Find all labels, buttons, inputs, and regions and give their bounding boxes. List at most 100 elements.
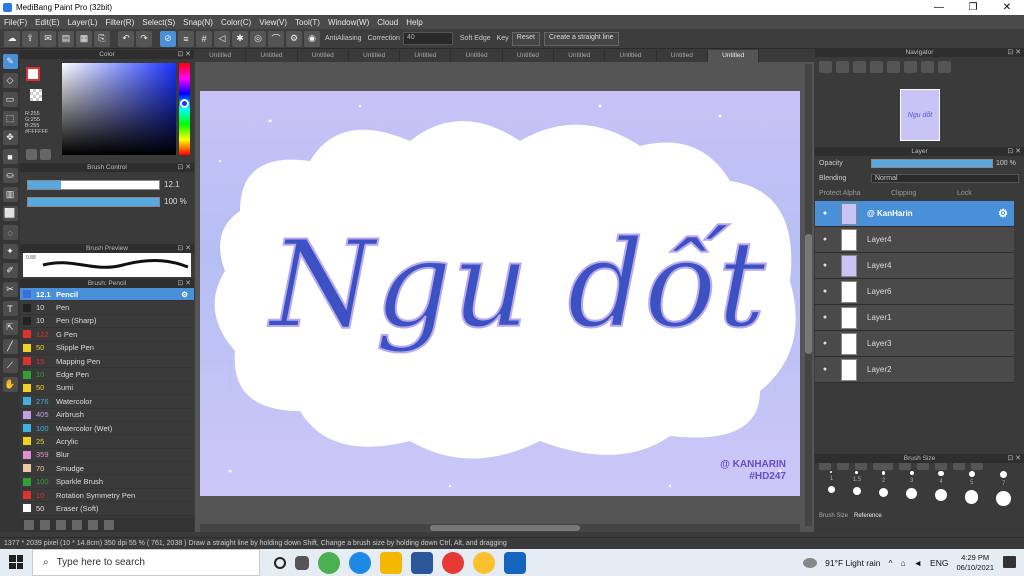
brush-size-preset[interactable]: 7	[996, 471, 1012, 509]
redo-icon[interactable]: ↷	[136, 30, 152, 47]
menu-file[interactable]: File(F)	[0, 18, 31, 27]
brush-delete-icon[interactable]	[104, 520, 114, 530]
menu-select[interactable]: Select(S)	[138, 18, 179, 27]
navigator-settings-icon[interactable]	[938, 61, 951, 73]
taskbar-clock[interactable]: 4:29 PM 06/10/2021	[956, 553, 994, 573]
blending-select[interactable]: Normal	[871, 174, 1019, 183]
menu-cloud[interactable]: Cloud	[373, 18, 402, 27]
layout-icon[interactable]: ▤	[58, 30, 74, 47]
curve-snap-icon[interactable]: ⌒	[268, 30, 284, 47]
brush-list-item[interactable]: 12.1 Pencil ⚙	[20, 288, 194, 302]
tab-untitled-active[interactable]: Untitled	[707, 50, 760, 62]
brush-list-item[interactable]: 50 Sumi	[20, 382, 194, 396]
notifications-icon[interactable]	[1003, 556, 1016, 568]
brush-list-item[interactable]: 15 Mapping Pen	[20, 355, 194, 369]
network-icon[interactable]: ⌂	[900, 558, 905, 568]
hue-slider[interactable]	[179, 63, 190, 155]
navigator-thumbnail[interactable]: Ngu dốt	[900, 89, 940, 141]
brush-opacity-slider[interactable]	[27, 197, 160, 207]
minimize-button[interactable]: —	[922, 0, 956, 15]
layer-row[interactable]: ● Layer4	[815, 253, 1014, 279]
brush-size-preset[interactable]: 5	[964, 471, 979, 509]
tray-chevron-icon[interactable]: ^	[888, 558, 892, 568]
lock-checkbox[interactable]: Lock	[957, 190, 972, 197]
fill-tool-icon[interactable]: ■	[2, 149, 18, 164]
brush-size-slider[interactable]	[27, 180, 160, 190]
select-eraser-icon[interactable]: ✂	[2, 282, 18, 297]
brush-list-item[interactable]: 50 Eraser (Soft)	[20, 502, 194, 516]
edge-icon[interactable]	[349, 551, 371, 574]
add-brush-icon[interactable]	[24, 520, 34, 530]
layer-visibility-icon[interactable]: ●	[819, 314, 831, 321]
chrome-profile-icon[interactable]	[442, 551, 464, 574]
menu-view[interactable]: View(V)	[255, 18, 291, 27]
brush-list-item[interactable]: 100 Sparkle Brush	[20, 475, 194, 489]
tab-untitled[interactable]: Untitled	[195, 50, 247, 62]
language-indicator[interactable]: ENG	[930, 558, 948, 568]
protect-alpha-checkbox[interactable]: Protect Alpha	[819, 190, 891, 197]
bucket-tool-icon[interactable]: ⛀	[2, 168, 18, 183]
tab-untitled[interactable]: Untitled	[605, 50, 657, 62]
taskbar-search[interactable]: ⌕ Type here to search	[32, 549, 260, 576]
share-icon[interactable]: ⇪	[22, 30, 38, 47]
tab-untitled[interactable]: Untitled	[503, 50, 555, 62]
new-brush-icon[interactable]	[40, 520, 50, 530]
menu-tool[interactable]: Tool(T)	[291, 18, 324, 27]
brush-list-item[interactable]: 10 Pen (Sharp)	[20, 315, 194, 329]
layer-visibility-icon[interactable]: ●	[819, 236, 831, 243]
artboard[interactable]: Ngu dốt @ KANHARIN #HD247	[200, 91, 800, 496]
layer-visibility-icon[interactable]: ●	[819, 288, 831, 295]
export-icon[interactable]: ⎘	[94, 30, 110, 47]
brush-list-item[interactable]: 50 Slipple Pen	[20, 342, 194, 355]
parallel-snap-icon[interactable]: ≡	[178, 30, 194, 47]
vanishing-point-icon[interactable]: ◁	[214, 30, 230, 47]
tab-brush-size[interactable]: Brush Size	[819, 513, 848, 519]
tab-untitled[interactable]: Untitled	[298, 50, 349, 62]
layer-row[interactable]: ● Layer6	[815, 279, 1014, 305]
brush-list-item[interactable]: 100 Watercolor (Wet)	[20, 422, 194, 436]
brush-list-item[interactable]: 25 Acrylic	[20, 435, 194, 449]
brush-size-preset[interactable]: 3	[906, 471, 918, 509]
saturation-value-picker[interactable]	[62, 63, 176, 155]
grid-layout-icon[interactable]: ▦	[76, 30, 92, 47]
primary-color-swatch[interactable]	[26, 67, 40, 81]
volume-icon[interactable]: ◄	[914, 558, 922, 568]
layer-row[interactable]: ● Layer3	[815, 331, 1014, 357]
tab-untitled[interactable]: Untitled	[400, 50, 452, 62]
flip-icon[interactable]	[904, 61, 917, 73]
layer-row[interactable]: ● Layer1	[815, 305, 1014, 331]
brush-tool-icon[interactable]: ✎	[2, 54, 18, 69]
menu-layer[interactable]: Layer(L)	[64, 18, 102, 27]
tab-untitled[interactable]: Untitled	[554, 50, 606, 62]
zoom-reset-icon[interactable]	[870, 61, 883, 73]
eyedropper-icon[interactable]: ⟋	[2, 358, 18, 373]
cross-snap-icon[interactable]: #	[196, 30, 212, 47]
menu-snap[interactable]: Snap(N)	[179, 18, 217, 27]
brush-list-item[interactable]: 122 G Pen	[20, 328, 194, 342]
undo-icon[interactable]: ↶	[118, 30, 134, 47]
windows-start-icon[interactable]	[9, 555, 23, 569]
zoom-in-icon[interactable]	[819, 61, 832, 73]
word-icon[interactable]	[411, 551, 433, 574]
layer-visibility-icon[interactable]: ●	[819, 366, 831, 373]
color-palette-icon[interactable]	[26, 149, 37, 160]
eraser-tool-icon[interactable]: ◇	[2, 73, 18, 88]
select-pen-icon[interactable]: ✐	[2, 263, 18, 278]
tab-untitled[interactable]: Untitled	[246, 50, 298, 62]
correction-select[interactable]: 40	[402, 32, 453, 45]
layer-visibility-icon[interactable]: ●	[819, 210, 831, 217]
cortana-icon[interactable]	[274, 556, 286, 569]
brush-size-preset[interactable]: 4	[934, 471, 948, 509]
marquee-tool-icon[interactable]: ⬜	[2, 206, 18, 221]
transparent-color-swatch[interactable]	[30, 89, 42, 101]
snap-off-icon[interactable]: ⊘	[160, 30, 176, 47]
menu-window[interactable]: Window(W)	[324, 18, 373, 27]
divide-tool-icon[interactable]: ╱	[2, 339, 18, 354]
menu-filter[interactable]: Filter(R)	[101, 18, 138, 27]
layer-row[interactable]: ● @ KanHarin ⚙	[815, 201, 1014, 227]
color-circle-icon[interactable]	[40, 149, 51, 160]
layer-visibility-icon[interactable]: ●	[819, 262, 831, 269]
brush-list-item[interactable]: 276 Watercolor	[20, 395, 194, 409]
vertical-scrollbar[interactable]	[805, 64, 812, 526]
horizontal-scrollbar[interactable]	[200, 524, 800, 532]
